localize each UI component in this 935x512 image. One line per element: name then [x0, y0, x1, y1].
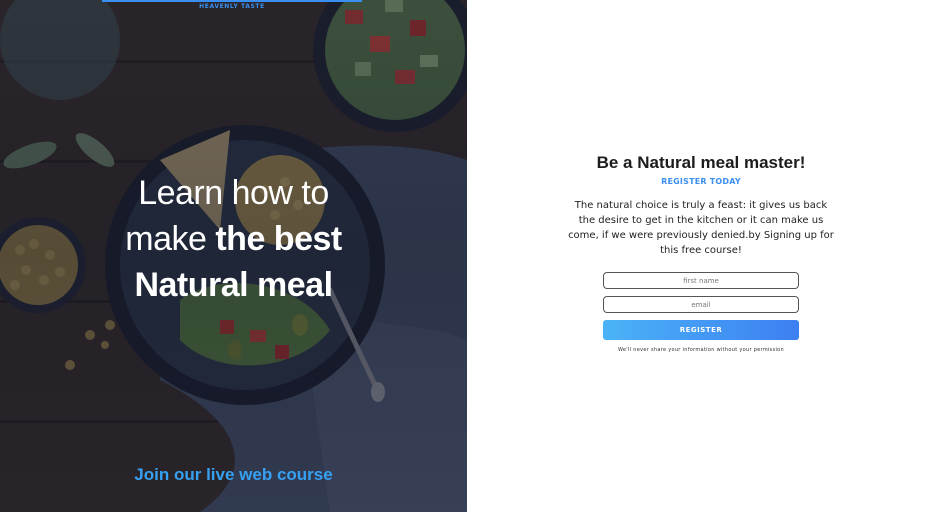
join-course-link[interactable]: Join our live web course [0, 465, 467, 485]
hero-panel: HEAVENLY TASTE Learn how to make the bes… [0, 0, 467, 512]
brand-bar [102, 0, 362, 2]
brand-name[interactable]: HEAVENLY TASTE [102, 3, 362, 10]
signup-description: The natural choice is truly a feast: it … [568, 200, 834, 256]
privacy-note: We'll never share your information witho… [617, 347, 785, 353]
signup-subtitle: REGISTER TODAY [661, 177, 741, 186]
email-input[interactable] [603, 296, 799, 313]
landing-page: HEAVENLY TASTE Learn how to make the bes… [0, 0, 935, 512]
first-name-input[interactable] [603, 272, 799, 289]
headline-line3: Natural meal [134, 266, 333, 304]
hero-headline: Learn how to make the best Natural meal [0, 170, 467, 308]
register-button[interactable]: REGISTER [603, 320, 799, 340]
signup-title: Be a Natural meal master! [596, 153, 806, 172]
signup-form: REGISTER We'll never share your informat… [603, 272, 799, 353]
headline-line2-bold: the best [215, 220, 342, 258]
signup-panel: Be a Natural meal master! REGISTER TODAY… [467, 0, 935, 512]
signup-container: Be a Natural meal master! REGISTER TODAY… [567, 152, 835, 353]
headline-line1: Learn how to [138, 174, 329, 212]
headline-line2-light: make [125, 220, 207, 258]
